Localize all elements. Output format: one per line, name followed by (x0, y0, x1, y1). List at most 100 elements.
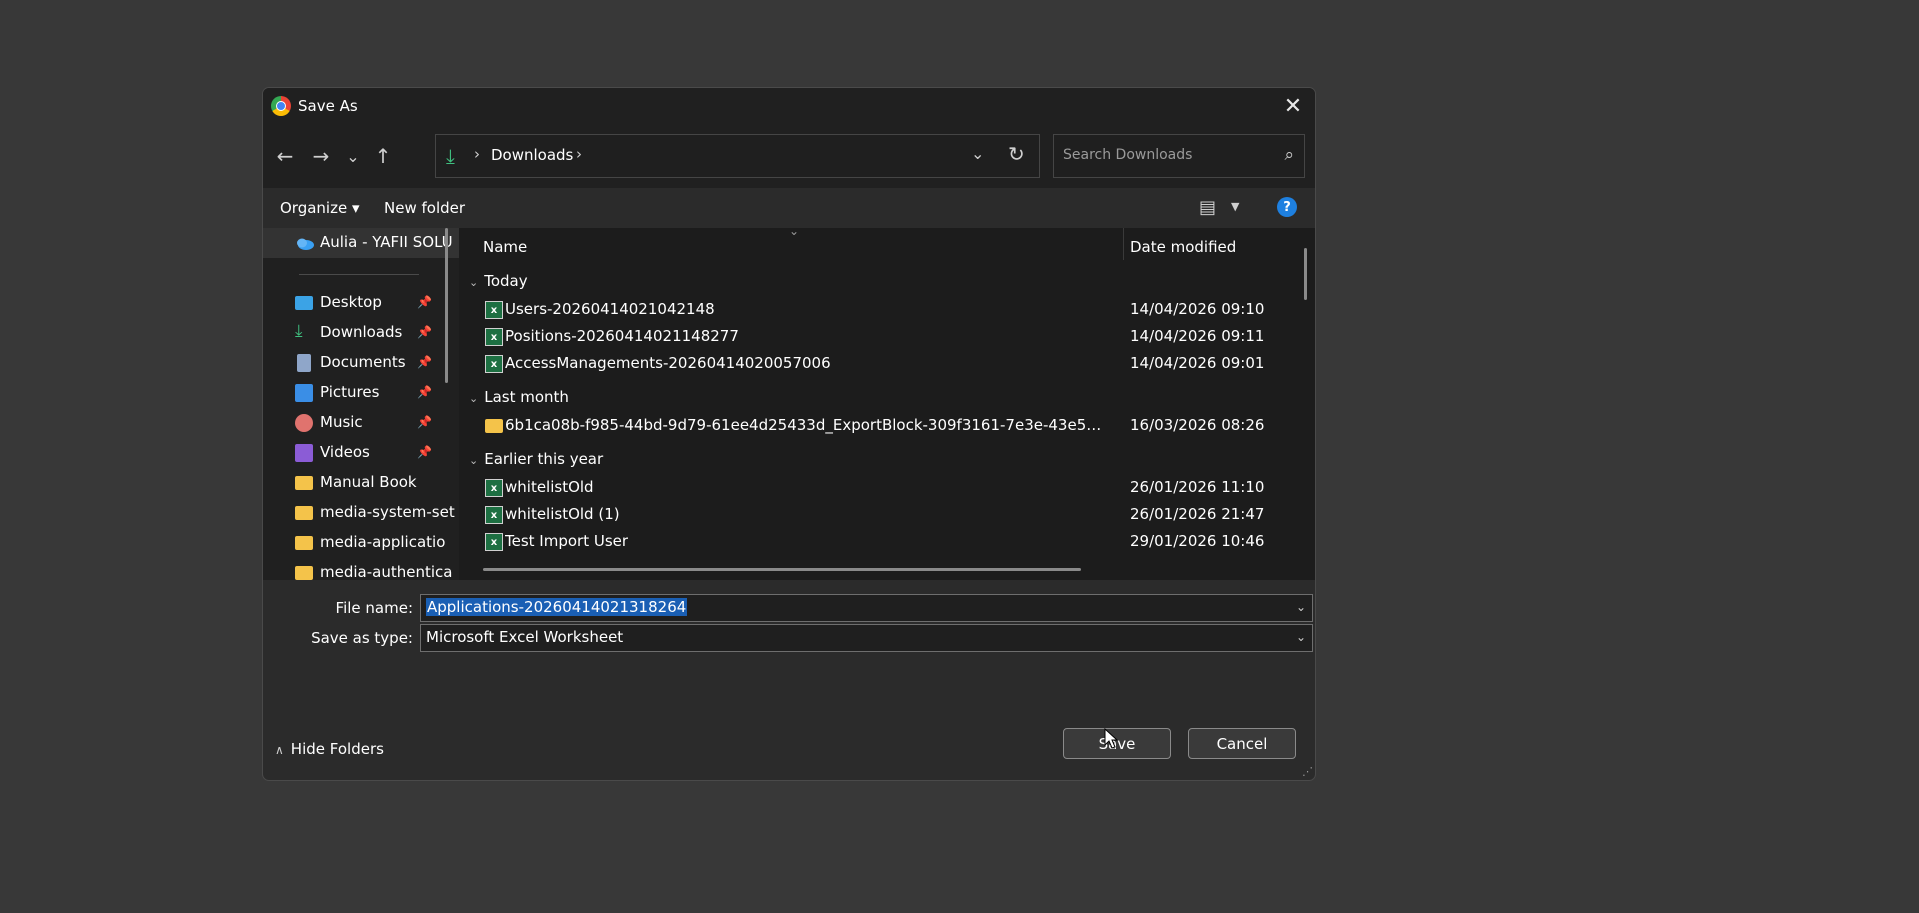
chevron-up-icon: ∧ (275, 743, 284, 757)
save-type-label: Save as type: (311, 629, 413, 647)
document-icon (297, 354, 311, 372)
refresh-icon[interactable]: ↻ (1008, 142, 1025, 166)
nav-item-label: Manual Book (320, 473, 417, 491)
address-bar[interactable]: ⤓ › Downloads › ⌄ ↻ (435, 134, 1040, 178)
nav-item-pictures[interactable]: Pictures 📌 (263, 378, 459, 408)
back-button[interactable]: ← (271, 144, 299, 168)
file-row[interactable]: x Positions-20260414021148277 14/04/2026… (459, 324, 1315, 351)
group-header-today[interactable]: ⌄ Today (469, 272, 528, 290)
file-name: Users-20260414021042148 (505, 300, 715, 318)
nav-item-label: Music (320, 413, 363, 431)
nav-scrollbar[interactable] (445, 228, 448, 383)
nav-item-music[interactable]: Music 📌 (263, 408, 459, 438)
nav-item-media-applicatio[interactable]: media-applicatio (263, 528, 459, 558)
file-name: Positions-20260414021148277 (505, 327, 739, 345)
nav-item-label: Documents (320, 353, 406, 371)
file-date: 16/03/2026 08:26 (1130, 416, 1265, 434)
search-input[interactable]: Search Downloads ⌕ (1053, 134, 1305, 178)
folder-icon (295, 566, 313, 580)
breadcrumb-separator[interactable]: › (576, 145, 582, 163)
breadcrumb-downloads[interactable]: Downloads (491, 146, 573, 164)
cancel-button[interactable]: Cancel (1188, 728, 1296, 759)
up-arrow-icon: ↑ (374, 144, 392, 168)
group-header-earlier-this-year[interactable]: ⌄ Earlier this year (469, 450, 603, 468)
sort-chevron-icon: ⌄ (789, 228, 800, 238)
new-folder-button[interactable]: New folder (384, 199, 465, 217)
nav-item-label: Pictures (320, 383, 380, 401)
column-header-date[interactable]: Date modified (1130, 238, 1236, 256)
pin-icon: 📌 (417, 355, 432, 369)
resize-grip-icon[interactable]: ⋰ (1302, 765, 1313, 778)
nav-item-media-authentica[interactable]: media-authentica (263, 558, 459, 580)
back-arrow-icon: ← (276, 144, 294, 168)
chevron-down-icon: ⌄ (469, 276, 479, 289)
download-icon: ⤓ (295, 321, 303, 341)
help-icon[interactable]: ? (1277, 197, 1297, 217)
file-date: 26/01/2026 21:47 (1130, 505, 1265, 523)
file-row[interactable]: x Users-20260414021042148 14/04/2026 09:… (459, 297, 1315, 324)
excel-file-icon: x (485, 479, 503, 497)
organize-menu[interactable]: Organize ▾ (280, 199, 360, 217)
download-icon: ⤓ (446, 144, 455, 168)
nav-item-label: Downloads (320, 323, 403, 341)
chevron-down-icon[interactable]: ▼ (1231, 200, 1239, 213)
address-dropdown-icon[interactable]: ⌄ (971, 144, 984, 163)
nav-item-documents[interactable]: Documents 📌 (263, 348, 459, 378)
up-button[interactable]: ↑ (369, 144, 397, 168)
chevron-down-icon: ⌄ (346, 146, 360, 166)
chrome-icon (271, 96, 291, 116)
column-headers: ⌄ Name Date modified (459, 228, 1315, 264)
excel-file-icon: x (485, 301, 503, 319)
file-list: ⌄ Name Date modified ⌄ Today x Users-2026… (459, 228, 1315, 580)
column-divider[interactable] (1123, 228, 1124, 260)
pin-icon: 📌 (417, 325, 432, 339)
chevron-down-icon[interactable]: ⌄ (1296, 600, 1306, 614)
file-row[interactable]: x Test Import User 29/01/2026 10:46 (459, 529, 1315, 556)
file-date: 26/01/2026 11:10 (1130, 478, 1265, 496)
close-button[interactable]: ✕ (1271, 88, 1315, 124)
file-row[interactable]: 6b1ca08b-f985-44bd-9d79-61ee4d25433d_Exp… (459, 413, 1315, 440)
group-header-last-month[interactable]: ⌄ Last month (469, 388, 569, 406)
save-type-select[interactable]: Microsoft Excel Worksheet ⌄ (420, 624, 1313, 652)
nav-item-media-system-set[interactable]: media-system-set (263, 498, 459, 528)
file-date: 14/04/2026 09:01 (1130, 354, 1265, 372)
excel-file-icon: x (485, 533, 503, 551)
nav-item-label: Aulia - YAFII SOLU (320, 233, 453, 251)
pictures-icon (295, 384, 313, 402)
hide-folders-label: Hide Folders (290, 740, 384, 758)
forward-button[interactable]: → (307, 144, 335, 168)
file-name-field[interactable]: Applications-20260414021318264 ⌄ (420, 594, 1313, 622)
excel-file-icon: x (485, 355, 503, 373)
chevron-down-icon: ⌄ (469, 392, 479, 405)
file-row[interactable]: x AccessManagements-20260414020057006 14… (459, 351, 1315, 378)
pin-icon: 📌 (417, 295, 432, 309)
nav-item-label: media-system-set (320, 503, 455, 521)
folder-icon (485, 419, 503, 433)
desktop-icon (295, 296, 313, 310)
recent-locations-button[interactable]: ⌄ (339, 144, 367, 168)
horizontal-scrollbar[interactable] (483, 568, 1081, 571)
nav-item-videos[interactable]: Videos 📌 (263, 438, 459, 468)
file-row[interactable]: x whitelistOld (1) 26/01/2026 21:47 (459, 502, 1315, 529)
file-date: 14/04/2026 09:11 (1130, 327, 1265, 345)
folder-icon (295, 476, 313, 490)
navigation-bar: ← → ⌄ ↑ ⤓ › Downloads › ⌄ ↻ Search Downl… (263, 124, 1315, 188)
file-name-selected-text: Applications-20260414021318264 (426, 598, 688, 616)
group-label: Today (484, 272, 528, 290)
pin-icon: 📌 (417, 445, 432, 459)
excel-file-icon: x (485, 328, 503, 346)
nav-item-label: media-applicatio (320, 533, 446, 551)
vertical-scrollbar[interactable] (1304, 248, 1307, 300)
breadcrumb-separator: › (474, 145, 480, 163)
nav-item-label: media-authentica (320, 563, 453, 580)
nav-item-desktop[interactable]: Desktop 📌 (263, 288, 459, 318)
hide-folders-button[interactable]: ∧ Hide Folders (275, 740, 384, 758)
column-header-name[interactable]: Name (483, 238, 527, 256)
nav-item-manual-book[interactable]: Manual Book (263, 468, 459, 498)
nav-item-downloads[interactable]: ⤓ Downloads 📌 (263, 318, 459, 348)
nav-item-onedrive[interactable]: Aulia - YAFII SOLU (263, 228, 459, 258)
chevron-down-icon: ⌄ (469, 454, 479, 467)
view-options-icon[interactable]: ▤ (1199, 197, 1216, 218)
file-row[interactable]: x whitelistOld 26/01/2026 11:10 (459, 475, 1315, 502)
file-name: Test Import User (505, 532, 629, 550)
